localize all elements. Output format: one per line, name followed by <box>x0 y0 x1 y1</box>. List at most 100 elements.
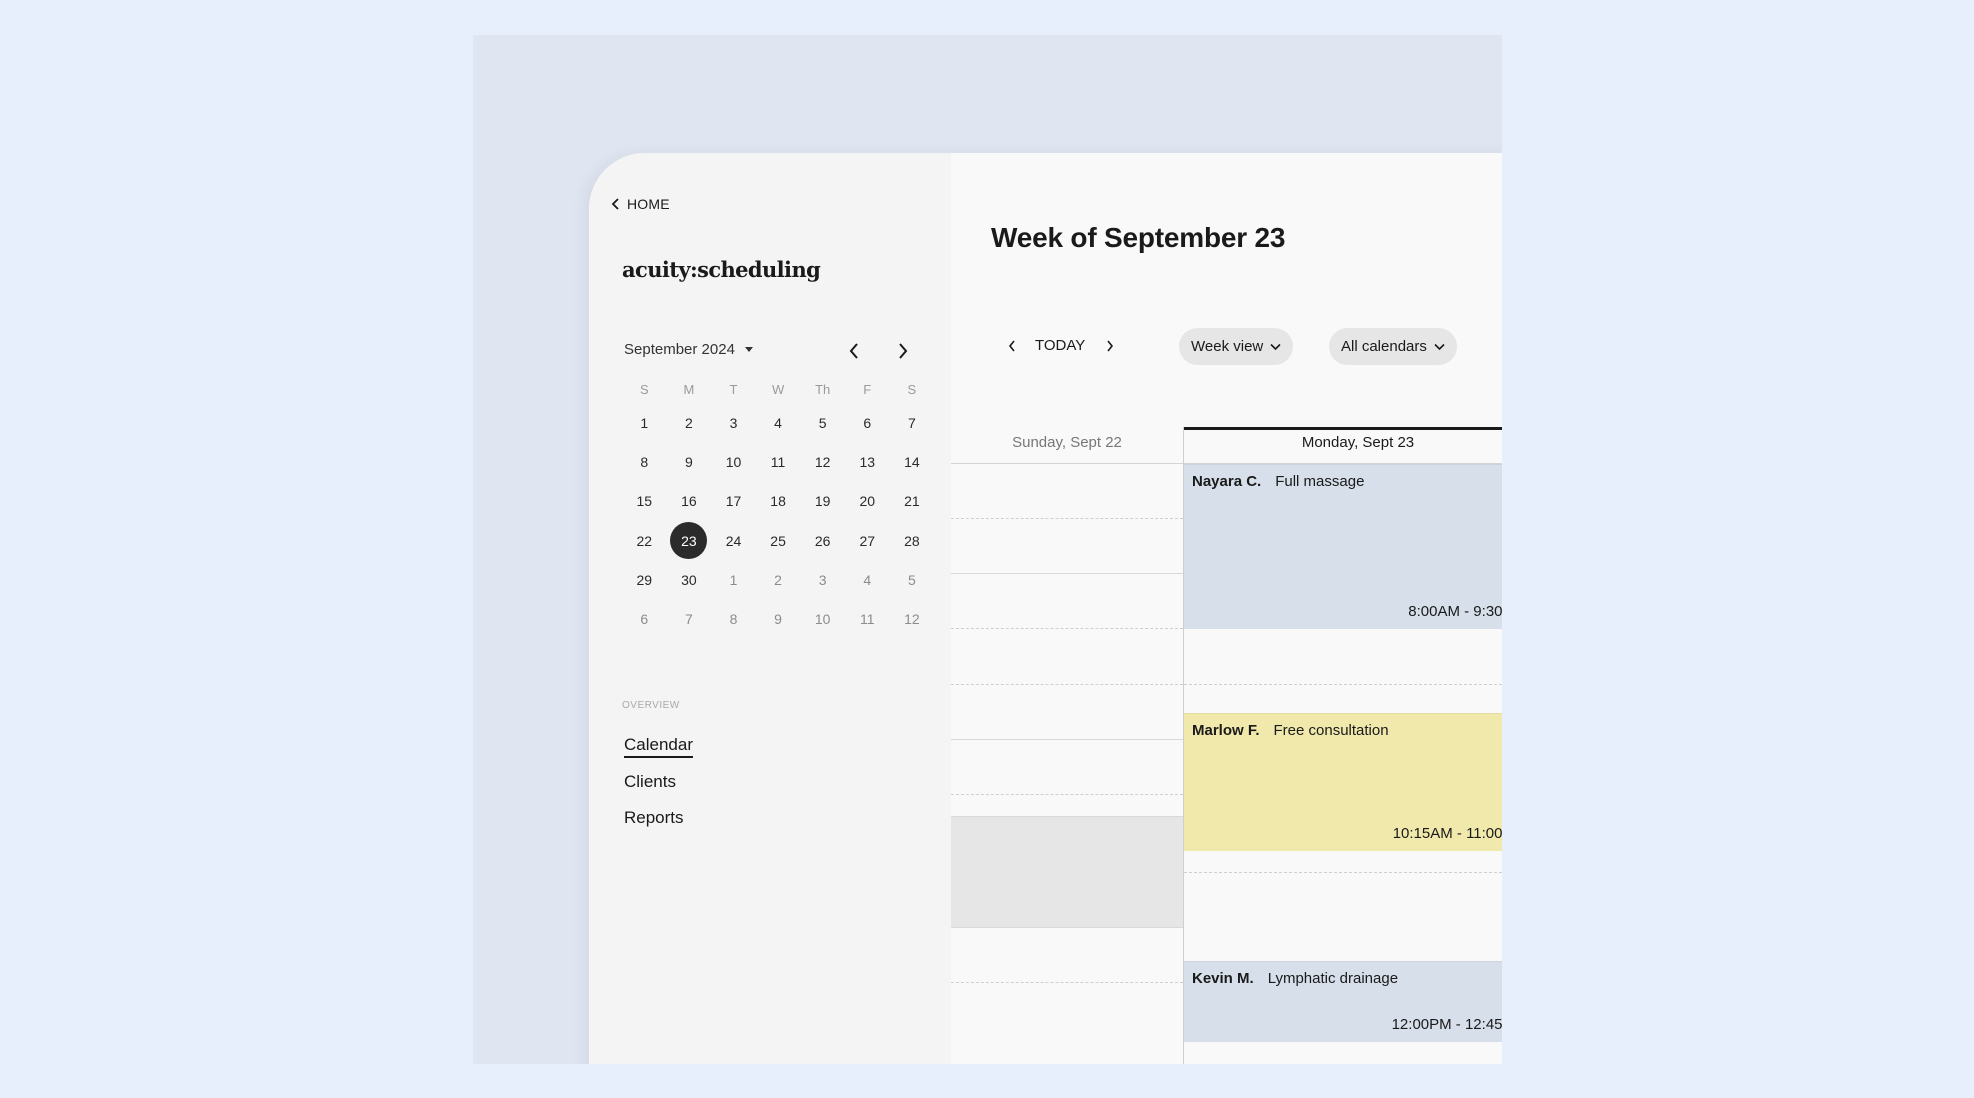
calendar-day[interactable]: 6 <box>845 403 890 442</box>
calendar-day-number: 11 <box>770 453 786 470</box>
calendar-day-number: 4 <box>774 414 782 431</box>
nav-item-clients[interactable]: Clients <box>624 764 693 800</box>
calendar-day[interactable]: 8 <box>622 442 667 481</box>
calendar-day[interactable]: 24 <box>711 521 756 560</box>
calendar-day[interactable]: 18 <box>756 482 801 521</box>
calendar-day[interactable]: 25 <box>756 521 801 560</box>
chevron-right-icon <box>1107 340 1114 352</box>
calendar-day-number: 20 <box>859 493 876 510</box>
calendar-day-number: 11 <box>859 611 875 628</box>
current-day-indicator <box>1184 427 1502 430</box>
calendar-day[interactable]: 9 <box>756 599 801 638</box>
calendar-day[interactable]: 29 <box>622 560 667 599</box>
prev-week-button[interactable] <box>1003 336 1021 356</box>
next-week-button[interactable] <box>1101 336 1119 356</box>
calendar-day-number: 7 <box>907 414 916 431</box>
calendar-day-selected[interactable]: 23 <box>667 521 712 560</box>
calendar-day[interactable]: 30 <box>667 560 712 599</box>
calendar-day[interactable]: 17 <box>711 482 756 521</box>
slot-line <box>951 739 1183 740</box>
nav-item-label: Reports <box>624 808 684 827</box>
calendar-day-number: 7 <box>684 611 693 628</box>
home-back-link[interactable]: HOME <box>611 196 670 212</box>
calendar-day[interactable]: 11 <box>756 442 801 481</box>
calendar-day[interactable]: 5 <box>800 403 845 442</box>
calendar-day[interactable]: 4 <box>845 560 890 599</box>
event-time: 10:15AM - 11:00AM <box>1392 825 1502 842</box>
weekday-header: S <box>639 381 649 397</box>
calendar-day[interactable]: 9 <box>667 442 712 481</box>
calendar-day[interactable]: 2 <box>756 560 801 599</box>
calendar-day[interactable]: 1 <box>711 560 756 599</box>
calendar-day[interactable]: 10 <box>711 442 756 481</box>
calendar-day[interactable]: 15 <box>622 482 667 521</box>
calendar-day-number: 29 <box>636 571 653 588</box>
calendar-day[interactable]: 2 <box>667 403 712 442</box>
calendar-day[interactable]: 8 <box>711 599 756 638</box>
caret-down-icon <box>744 347 753 352</box>
calendar-day-number: 9 <box>684 453 693 470</box>
client-name: Nayara C. <box>1192 473 1262 490</box>
client-name: Marlow F. <box>1192 722 1260 739</box>
home-label: HOME <box>627 196 670 212</box>
appointment-event[interactable]: Marlow F. Free consultation 10:15AM - 11… <box>1184 713 1502 851</box>
calendar-day-number: 8 <box>729 611 738 628</box>
today-button[interactable]: TODAY <box>1035 337 1085 354</box>
calendar-day[interactable]: 21 <box>890 482 935 521</box>
appointment-event[interactable]: Nayara C. Full massage 8:00AM - 9:30AM <box>1184 464 1502 629</box>
calendar-day[interactable]: 27 <box>845 521 890 560</box>
calendar-day[interactable]: 16 <box>667 482 712 521</box>
calendar-day[interactable]: 3 <box>800 560 845 599</box>
calendar-day-number: 3 <box>818 571 827 588</box>
prev-month-button[interactable] <box>842 339 866 363</box>
calendar-day[interactable]: 7 <box>890 403 935 442</box>
calendar-day[interactable]: 5 <box>890 560 935 599</box>
weekday-header: T <box>729 381 738 397</box>
calendar-day[interactable]: 10 <box>800 599 845 638</box>
next-month-button[interactable] <box>891 339 915 363</box>
month-dropdown[interactable]: September 2024 <box>624 341 753 358</box>
calendar-day-number: 14 <box>904 453 920 470</box>
nav-item-calendar[interactable]: Calendar <box>624 728 693 764</box>
unavailable-block <box>951 816 1183 927</box>
slot-line <box>951 684 1183 685</box>
calendar-day-number: 21 <box>904 493 920 510</box>
calendar-day-number: 15 <box>636 493 653 510</box>
chevron-left-icon <box>611 198 619 210</box>
calendar-filter-value: All calendars <box>1341 338 1427 355</box>
calendar-day[interactable]: 7 <box>667 599 712 638</box>
chevron-right-icon <box>899 343 908 359</box>
calendar-day-number: 9 <box>774 611 782 628</box>
appointment-event[interactable]: Kevin M. Lymphatic drainage 12:00PM - 12… <box>1184 961 1502 1042</box>
calendar-day[interactable]: 28 <box>890 521 935 560</box>
calendar-day[interactable]: 26 <box>800 521 845 560</box>
calendar-day-number: 2 <box>774 571 782 588</box>
calendar-day[interactable]: 12 <box>800 442 845 481</box>
calendar-day[interactable]: 20 <box>845 482 890 521</box>
nav-item-reports[interactable]: Reports <box>624 800 693 836</box>
calendar-day[interactable]: 1 <box>622 403 667 442</box>
calendar-day[interactable]: 12 <box>890 599 935 638</box>
weekday-header: W <box>771 381 785 397</box>
calendar-day-number: 30 <box>681 571 697 588</box>
event-summary: Nayara C. Full massage <box>1192 473 1502 490</box>
page-title: Week of September 23 <box>991 222 1286 253</box>
calendar-day[interactable]: 13 <box>845 442 890 481</box>
month-label: September 2024 <box>624 341 735 358</box>
calendar-day-number: 17 <box>725 493 742 510</box>
calendar-day[interactable]: 3 <box>711 403 756 442</box>
service-name: Free consultation <box>1273 722 1389 739</box>
weekday-header: F <box>863 381 872 397</box>
calendar-filter-select[interactable]: All calendars <box>1329 328 1457 365</box>
calendar-day[interactable]: 4 <box>756 403 801 442</box>
slot-line <box>951 982 1183 983</box>
calendar-day[interactable]: 6 <box>622 599 667 638</box>
calendar-day[interactable]: 11 <box>845 599 890 638</box>
view-select[interactable]: Week view <box>1179 328 1294 365</box>
main-panel: Week of September 23 TODAY Week view All… <box>951 153 1502 1064</box>
calendar-day[interactable]: 19 <box>800 482 845 521</box>
chevron-left-icon <box>849 343 858 359</box>
calendar-day[interactable]: 22 <box>622 521 667 560</box>
slot-line <box>1184 872 1502 873</box>
calendar-day[interactable]: 14 <box>890 442 935 481</box>
